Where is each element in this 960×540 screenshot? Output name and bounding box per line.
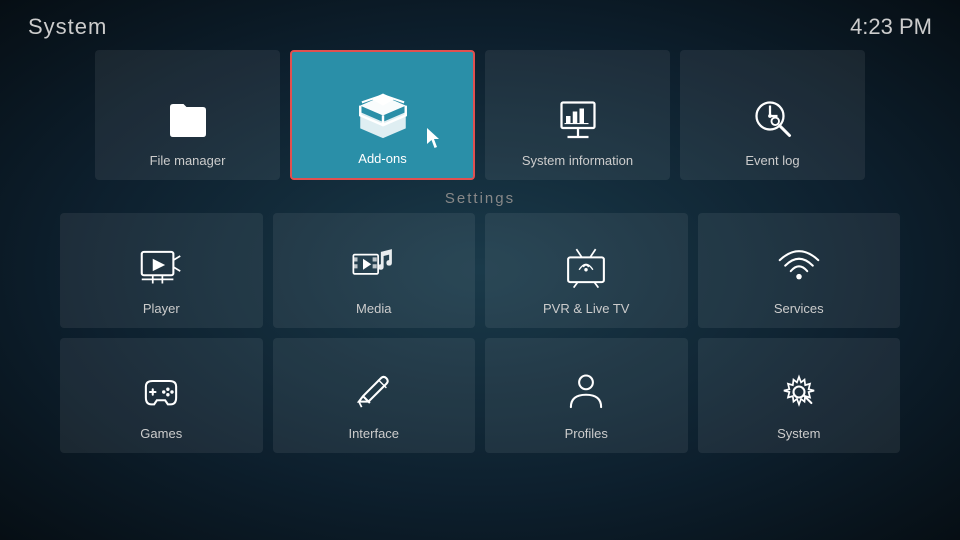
settings-section-label: Settings (0, 190, 960, 207)
tile-interface[interactable]: Interface (273, 338, 476, 453)
top-tiles-row: File manager Add-ons (0, 50, 960, 180)
tile-event-log[interactable]: Event log (680, 50, 865, 180)
tile-pvr-live-tv[interactable]: PVR & Live TV (485, 213, 688, 328)
settings-grid: Player Media (0, 213, 960, 453)
system-information-label: System information (522, 153, 633, 168)
player-label: Player (143, 301, 180, 316)
tile-add-ons[interactable]: Add-ons (290, 50, 475, 180)
interface-icon (348, 366, 400, 418)
file-manager-label: File manager (150, 153, 226, 168)
tile-games[interactable]: Games (60, 338, 263, 453)
tile-media[interactable]: Media (273, 213, 476, 328)
player-icon (135, 241, 187, 293)
pvr-live-tv-label: PVR & Live TV (543, 301, 629, 316)
profiles-label: Profiles (565, 426, 608, 441)
cursor-icon (427, 128, 445, 150)
games-icon (135, 366, 187, 418)
tile-system-information[interactable]: System information (485, 50, 670, 180)
clock: 4:23 PM (850, 14, 932, 40)
system-information-icon (552, 93, 604, 145)
page-title: System (28, 14, 107, 40)
tile-system[interactable]: System (698, 338, 901, 453)
services-label: Services (774, 301, 824, 316)
media-label: Media (356, 301, 391, 316)
file-manager-icon (162, 93, 214, 145)
header: System 4:23 PM (0, 0, 960, 46)
tile-profiles[interactable]: Profiles (485, 338, 688, 453)
event-log-label: Event log (745, 153, 799, 168)
services-icon (773, 241, 825, 293)
games-label: Games (140, 426, 182, 441)
profiles-icon (560, 366, 612, 418)
interface-label: Interface (348, 426, 399, 441)
media-icon (348, 241, 400, 293)
tile-services[interactable]: Services (698, 213, 901, 328)
pvr-live-tv-icon (560, 241, 612, 293)
tile-file-manager[interactable]: File manager (95, 50, 280, 180)
add-ons-icon (357, 91, 409, 143)
event-log-icon (747, 93, 799, 145)
add-ons-label: Add-ons (358, 151, 406, 166)
system-icon (773, 366, 825, 418)
system-label: System (777, 426, 820, 441)
tile-player[interactable]: Player (60, 213, 263, 328)
